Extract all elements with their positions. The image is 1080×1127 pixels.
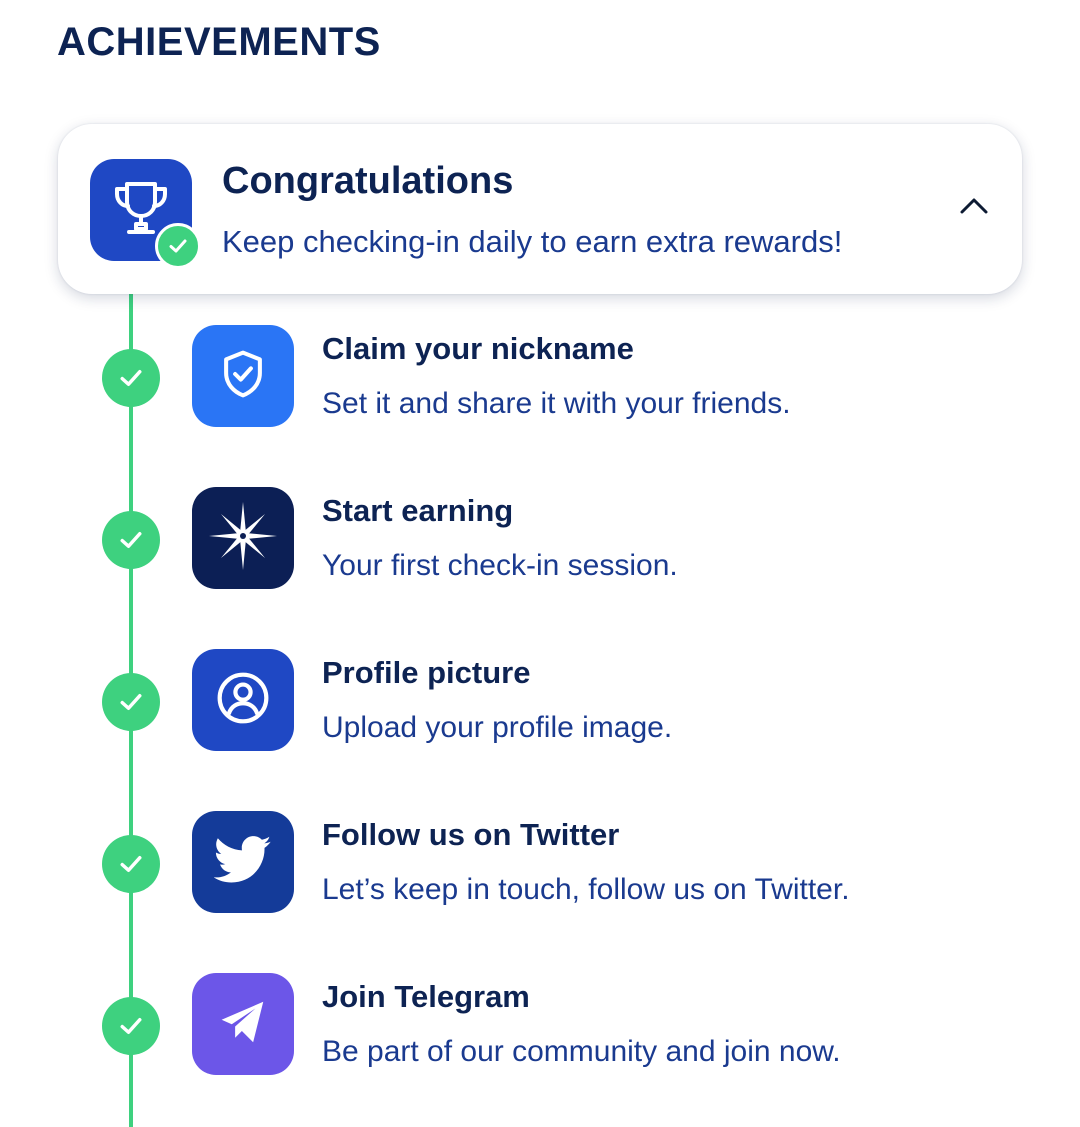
- achievement-item-start-earning[interactable]: Start earning Your first check-in sessio…: [0, 487, 1080, 591]
- achievement-title: Profile picture: [322, 655, 531, 690]
- achievement-description: Upload your profile image.: [322, 711, 673, 744]
- twitter-icon: [213, 835, 272, 890]
- achievement-icon-tile: [192, 487, 294, 589]
- achievement-icon-tile: [192, 811, 294, 913]
- achievement-title: Claim your nickname: [322, 331, 634, 366]
- achievement-item-telegram[interactable]: Join Telegram Be part of our community a…: [0, 973, 1080, 1077]
- completed-check-icon: [102, 673, 160, 731]
- achievement-item-twitter[interactable]: Follow us on Twitter Let’s keep in touch…: [0, 811, 1080, 915]
- achievement-title: Start earning: [322, 493, 514, 528]
- achievement-title: Join Telegram: [322, 979, 530, 1014]
- shield-check-icon: [216, 347, 270, 406]
- achievement-title: Follow us on Twitter: [322, 817, 620, 852]
- completed-check-icon: [102, 997, 160, 1055]
- achievement-icon-tile: [192, 973, 294, 1075]
- completed-check-icon: [102, 835, 160, 893]
- achievement-description: Be part of our community and join now.: [322, 1035, 841, 1068]
- card-subtitle: Keep checking-in daily to earn extra rew…: [222, 224, 843, 259]
- achievement-icon-tile: [192, 649, 294, 751]
- achievement-description: Set it and share it with your friends.: [322, 387, 791, 420]
- collapse-button[interactable]: [952, 190, 996, 226]
- achievement-icon-tile: [192, 325, 294, 427]
- completed-check-icon: [102, 511, 160, 569]
- compass-star-icon: [207, 500, 279, 577]
- chevron-up-icon: [958, 196, 990, 221]
- achievement-item-profile-picture[interactable]: Profile picture Upload your profile imag…: [0, 649, 1080, 753]
- card-title: Congratulations: [222, 160, 514, 202]
- telegram-icon: [216, 995, 270, 1054]
- achievements-page: ACHIEVEMENTS Congratulations Keep checki: [0, 0, 1080, 1127]
- user-circle-icon: [215, 670, 271, 731]
- congratulations-card[interactable]: Congratulations Keep checking-in daily t…: [58, 124, 1022, 294]
- completed-check-icon: [102, 349, 160, 407]
- achievement-description: Your first check-in session.: [322, 549, 678, 582]
- completed-check-icon: [155, 223, 201, 269]
- section-title: ACHIEVEMENTS: [57, 20, 381, 64]
- achievement-description: Let’s keep in touch, follow us on Twitte…: [322, 873, 850, 906]
- achievement-item-nickname[interactable]: Claim your nickname Set it and share it …: [0, 325, 1080, 429]
